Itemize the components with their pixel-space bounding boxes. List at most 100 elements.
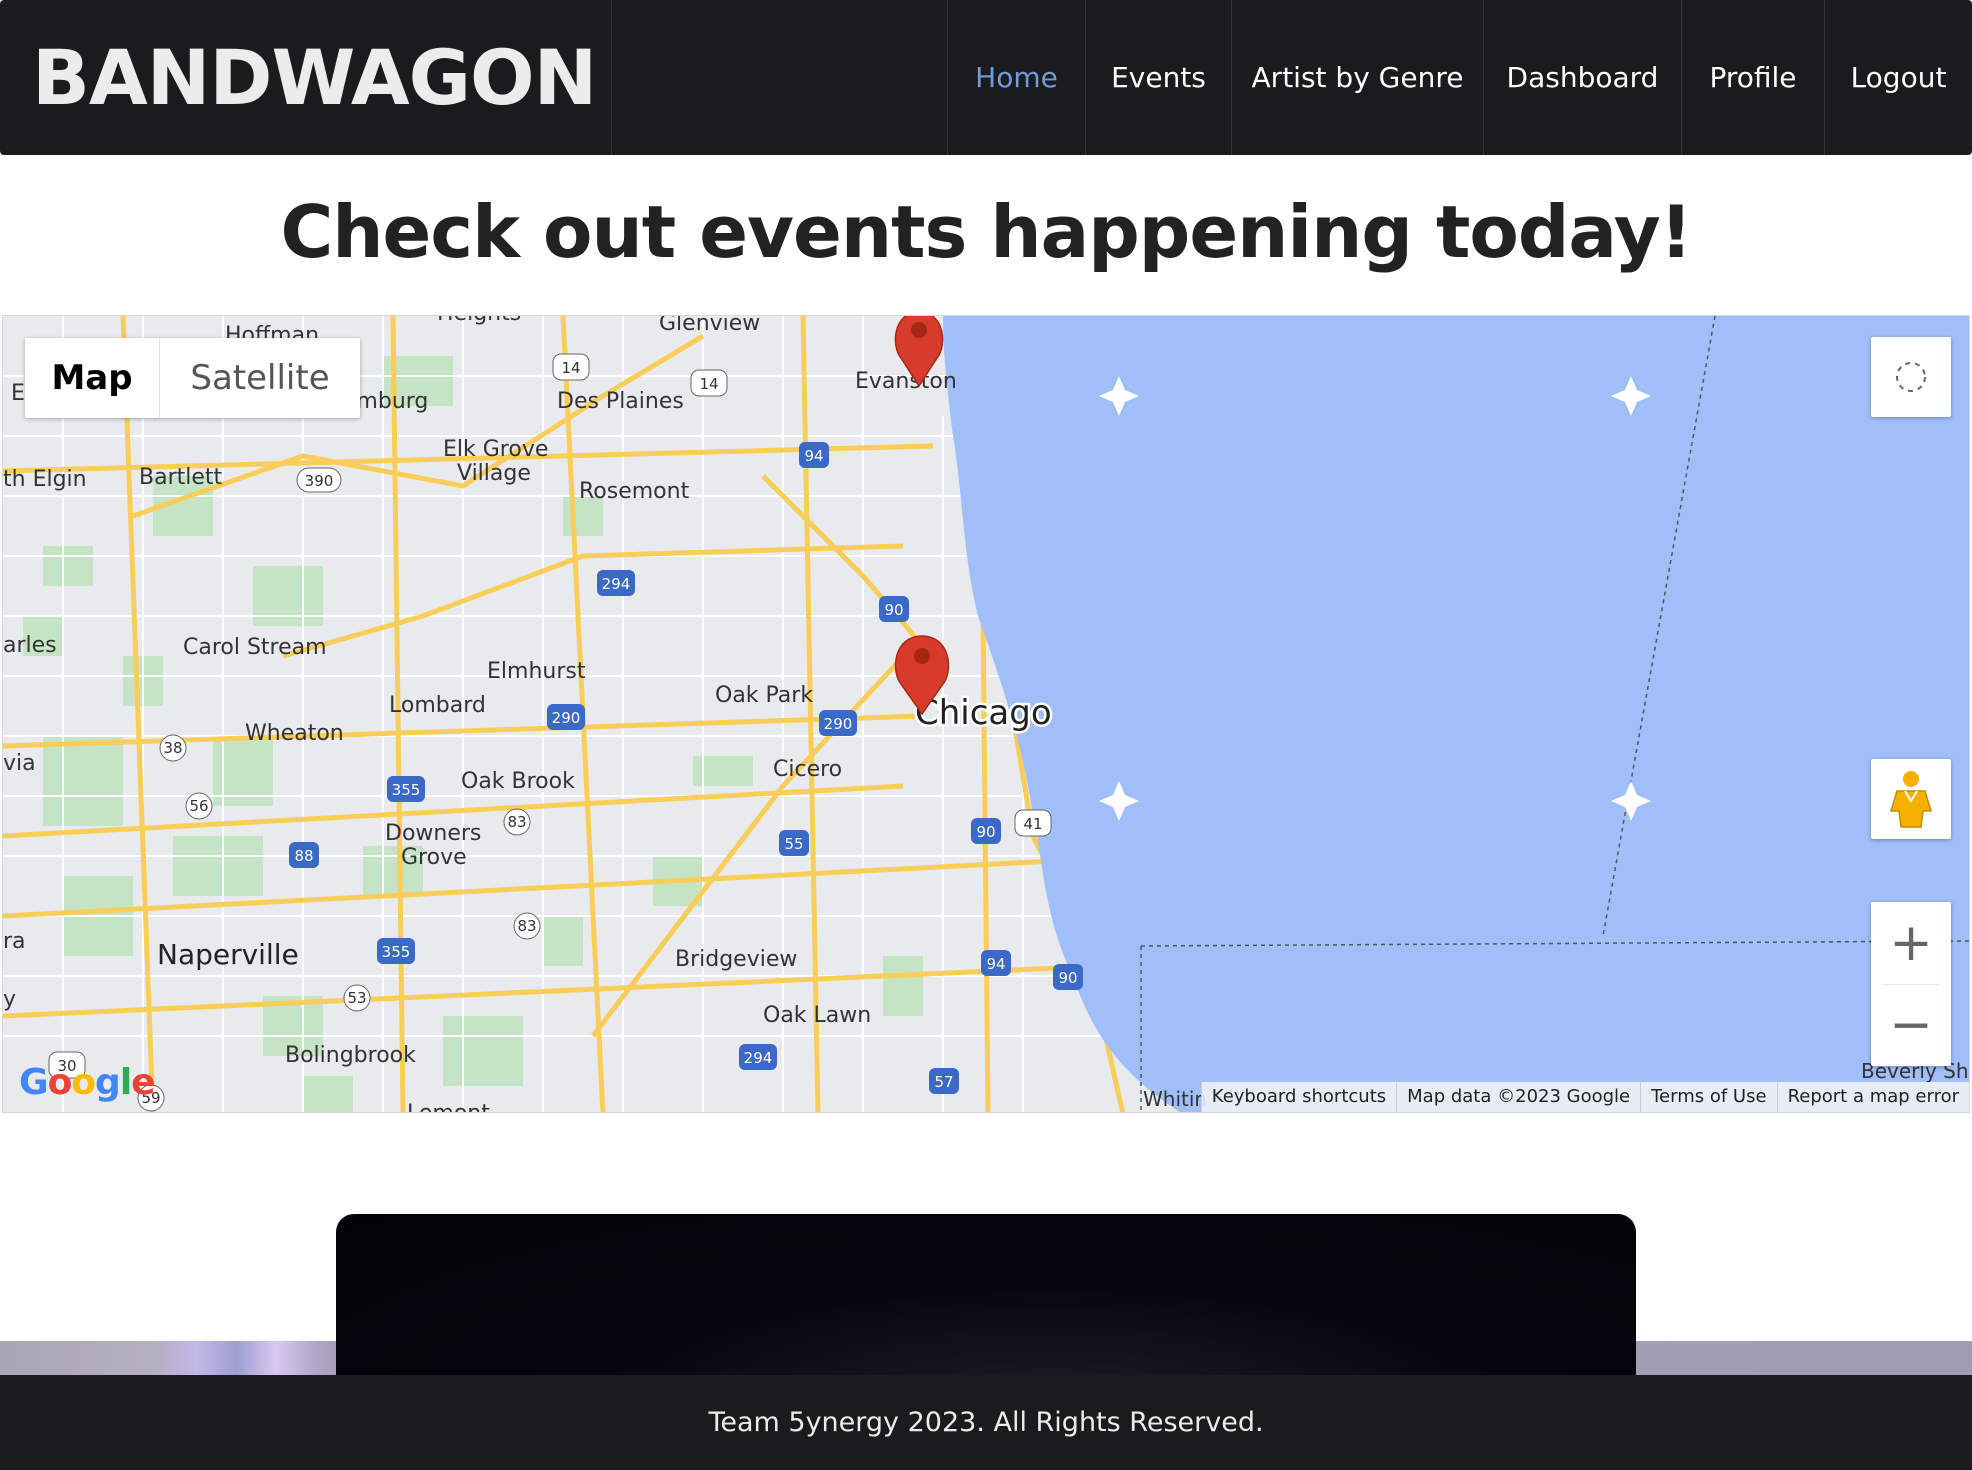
- lake-michigan: [943, 316, 1969, 1112]
- fullscreen-button[interactable]: [1871, 337, 1951, 417]
- nav-home[interactable]: Home: [947, 0, 1085, 155]
- svg-text:90: 90: [884, 601, 903, 619]
- label-heights: Heights: [437, 316, 521, 326]
- shield-90c: 90: [1053, 964, 1083, 990]
- shield-83b: 83: [513, 912, 541, 940]
- shield-290a: 290: [547, 704, 585, 730]
- label-elgin: th Elgin: [3, 467, 87, 492]
- shield-57: 57: [929, 1068, 959, 1094]
- svg-text:56: 56: [189, 797, 208, 815]
- map-type-map-button[interactable]: Map: [25, 338, 160, 418]
- label-evanston: Evanston: [855, 369, 957, 394]
- shield-56: 56: [185, 792, 213, 820]
- shield-14b: 14: [690, 369, 728, 397]
- svg-text:57: 57: [934, 1073, 953, 1091]
- label-downers-1: Downers: [385, 821, 481, 846]
- nav-events[interactable]: Events: [1085, 0, 1231, 155]
- label-rosemont: Rosemont: [579, 479, 690, 504]
- svg-text:53: 53: [347, 989, 366, 1007]
- label-lombard: Lombard: [389, 693, 486, 718]
- label-oak-park: Oak Park: [715, 683, 813, 708]
- street-view-pegman-button[interactable]: [1871, 759, 1951, 839]
- google-logo[interactable]: Google: [19, 1062, 156, 1103]
- navbar: BANDWAGON Home Events Artist by Genre Da…: [0, 0, 1972, 155]
- shield-55: 55: [779, 830, 809, 856]
- svg-text:290: 290: [552, 709, 581, 727]
- svg-text:290: 290: [824, 715, 853, 733]
- nav-artist-by-genre[interactable]: Artist by Genre: [1231, 0, 1483, 155]
- pegman-icon: [1889, 771, 1933, 828]
- shield-94b: 94: [981, 950, 1011, 976]
- label-wheaton: Wheaton: [245, 721, 344, 746]
- map-data-text: Map data ©2023 Google: [1396, 1082, 1640, 1112]
- fullscreen-icon: [1896, 362, 1926, 392]
- svg-text:41: 41: [1023, 815, 1042, 833]
- shield-53: 53: [343, 984, 371, 1012]
- svg-text:83: 83: [517, 917, 536, 935]
- map-canvas[interactable]: 14 14 94 390 294 90 290 290 38 355 56 83…: [3, 316, 1970, 1113]
- shield-90b: 90: [971, 818, 1001, 844]
- page-heading: Check out events happening today!: [280, 190, 1692, 274]
- brand-logo[interactable]: BANDWAGON: [0, 0, 612, 155]
- shield-390: 390: [296, 467, 342, 493]
- svg-text:355: 355: [392, 781, 421, 799]
- label-elk-grove-1: Elk Grove: [443, 437, 548, 462]
- label-y: y: [3, 987, 16, 1012]
- map-type-satellite-button[interactable]: Satellite: [160, 338, 360, 418]
- keyboard-shortcuts-link[interactable]: Keyboard shortcuts: [1200, 1082, 1396, 1112]
- shield-294b: 294: [739, 1044, 777, 1070]
- label-naperville: Naperville: [157, 938, 299, 971]
- shield-355a: 355: [387, 776, 425, 802]
- label-ra: ra: [3, 929, 26, 954]
- svg-text:355: 355: [382, 943, 411, 961]
- label-oak-lawn: Oak Lawn: [763, 1003, 871, 1028]
- svg-text:55: 55: [784, 835, 803, 853]
- shield-88: 88: [289, 842, 319, 868]
- nav-logout[interactable]: Logout: [1824, 0, 1972, 155]
- label-bartlett: Bartlett: [139, 465, 223, 490]
- svg-text:294: 294: [744, 1049, 773, 1067]
- footer-copyright: Team 5ynergy 2023. All Rights Reserved.: [708, 1407, 1264, 1438]
- svg-text:38: 38: [163, 739, 182, 757]
- label-lemont: Lemont: [407, 1101, 490, 1113]
- shield-14a: 14: [552, 353, 590, 381]
- label-carol-stream: Carol Stream: [183, 635, 327, 660]
- video-panel[interactable]: [336, 1214, 1636, 1384]
- label-carles: arles: [3, 633, 57, 658]
- svg-text:90: 90: [976, 823, 995, 841]
- label-cicero: Cicero: [773, 757, 842, 782]
- shield-83a: 83: [503, 808, 531, 836]
- label-whiting: Whitin: [1143, 1087, 1207, 1111]
- svg-text:14: 14: [699, 375, 718, 393]
- report-map-error-link[interactable]: Report a map error: [1776, 1082, 1969, 1112]
- nav-profile[interactable]: Profile: [1681, 0, 1824, 155]
- label-oak-brook: Oak Brook: [461, 769, 575, 794]
- zoom-in-button[interactable]: +: [1871, 902, 1951, 984]
- svg-text:94: 94: [804, 447, 823, 465]
- svg-text:88: 88: [294, 847, 313, 865]
- shield-41: 41: [1014, 809, 1052, 837]
- map-attribution: Keyboard shortcuts Map data ©2023 Google…: [1200, 1082, 1969, 1112]
- shield-290b: 290: [819, 710, 857, 736]
- terms-of-use-link[interactable]: Terms of Use: [1640, 1082, 1776, 1112]
- label-bolingbrook: Bolingbrook: [285, 1043, 416, 1068]
- label-glenview: Glenview: [659, 316, 760, 336]
- shield-294a: 294: [597, 570, 635, 596]
- svg-text:90: 90: [1058, 969, 1077, 987]
- shield-90a: 90: [879, 596, 909, 622]
- zoom-control: + −: [1871, 902, 1951, 1066]
- shield-355b: 355: [377, 938, 415, 964]
- label-via: via: [3, 751, 36, 776]
- shield-38: 38: [159, 734, 187, 762]
- brand-text[interactable]: BANDWAGON: [32, 33, 597, 122]
- zoom-out-button[interactable]: −: [1871, 985, 1951, 1067]
- label-elmhurst: Elmhurst: [487, 659, 586, 684]
- events-map[interactable]: 14 14 94 390 294 90 290 290 38 355 56 83…: [2, 315, 1970, 1113]
- footer: Team 5ynergy 2023. All Rights Reserved.: [0, 1375, 1972, 1470]
- svg-text:14: 14: [561, 359, 580, 377]
- label-downers-2: Grove: [401, 845, 467, 870]
- label-elk-grove-2: Village: [457, 461, 531, 486]
- nav-dashboard[interactable]: Dashboard: [1483, 0, 1681, 155]
- label-chicago: Chicago: [915, 693, 1052, 733]
